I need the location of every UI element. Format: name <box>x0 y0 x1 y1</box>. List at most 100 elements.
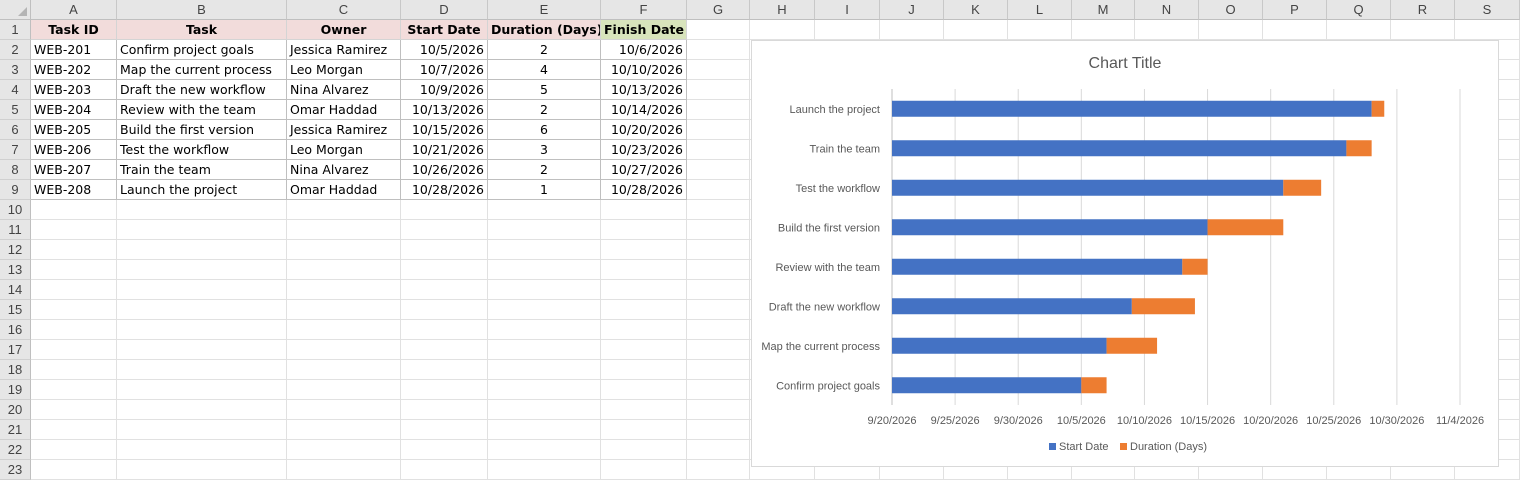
start-date-bar[interactable] <box>892 258 1183 275</box>
cell[interactable] <box>117 400 287 420</box>
column-header-g[interactable]: G <box>687 0 750 20</box>
cell[interactable] <box>401 420 488 440</box>
table-cell[interactable]: Build the first version <box>117 120 287 140</box>
table-cell[interactable]: Launch the project <box>117 180 287 200</box>
cell[interactable] <box>687 420 750 440</box>
column-header-j[interactable]: J <box>880 0 944 20</box>
table-cell[interactable]: Draft the new workflow <box>117 80 287 100</box>
table-cell[interactable]: Nina Alvarez <box>287 80 401 100</box>
start-date-bar[interactable] <box>892 298 1132 315</box>
cell[interactable] <box>601 220 687 240</box>
column-header-a[interactable]: A <box>31 0 117 20</box>
cell[interactable] <box>687 60 750 80</box>
cell[interactable] <box>687 460 750 480</box>
table-cell[interactable]: 4 <box>488 60 601 80</box>
table-cell[interactable]: 10/13/2026 <box>601 80 687 100</box>
table-cell[interactable]: WEB-206 <box>31 140 117 160</box>
row-header-5[interactable]: 5 <box>0 100 31 120</box>
column-header-l[interactable]: L <box>1008 0 1072 20</box>
cell[interactable] <box>488 280 601 300</box>
table-cell[interactable]: Map the current process <box>117 60 287 80</box>
cell[interactable] <box>687 40 750 60</box>
cell[interactable] <box>488 340 601 360</box>
table-cell[interactable]: Test the workflow <box>117 140 287 160</box>
cell[interactable] <box>31 260 117 280</box>
legend-duration-label[interactable]: Duration (Days) <box>1130 441 1207 453</box>
cell[interactable] <box>287 240 401 260</box>
row-header-10[interactable]: 10 <box>0 200 31 220</box>
cell[interactable] <box>601 400 687 420</box>
table-cell[interactable]: 1 <box>488 180 601 200</box>
row-header-6[interactable]: 6 <box>0 120 31 140</box>
cell[interactable] <box>31 280 117 300</box>
column-header-c[interactable]: C <box>287 0 401 20</box>
column-header-p[interactable]: P <box>1263 0 1327 20</box>
table-cell[interactable]: Leo Morgan <box>287 60 401 80</box>
row-header-2[interactable]: 2 <box>0 40 31 60</box>
cell[interactable] <box>601 460 687 480</box>
cell[interactable] <box>488 400 601 420</box>
cell[interactable] <box>401 200 488 220</box>
duration-bar[interactable] <box>1131 298 1195 315</box>
table-cell[interactable]: 10/27/2026 <box>601 160 687 180</box>
cell[interactable] <box>687 160 750 180</box>
cell[interactable] <box>687 120 750 140</box>
table-cell[interactable]: Nina Alvarez <box>287 160 401 180</box>
table-header-cell[interactable]: Start Date <box>401 20 488 40</box>
cell[interactable] <box>287 280 401 300</box>
cell[interactable] <box>601 320 687 340</box>
cell[interactable] <box>401 400 488 420</box>
cell[interactable] <box>488 200 601 220</box>
cell[interactable] <box>488 260 601 280</box>
table-header-cell[interactable]: Task ID <box>31 20 117 40</box>
table-cell[interactable]: Review with the team <box>117 100 287 120</box>
cell[interactable] <box>117 240 287 260</box>
cell[interactable] <box>488 440 601 460</box>
chart-title[interactable]: Chart Title <box>1089 55 1162 72</box>
table-cell[interactable]: Jessica Ramirez <box>287 120 401 140</box>
column-header-b[interactable]: B <box>117 0 287 20</box>
duration-bar[interactable] <box>1346 140 1372 157</box>
column-header-h[interactable]: H <box>750 0 815 20</box>
cell[interactable] <box>488 360 601 380</box>
cell[interactable] <box>687 380 750 400</box>
column-header-n[interactable]: N <box>1135 0 1199 20</box>
duration-bar[interactable] <box>1182 258 1208 275</box>
duration-bar[interactable] <box>1081 377 1107 394</box>
table-header-cell[interactable]: Owner <box>287 20 401 40</box>
start-date-bar[interactable] <box>892 179 1284 196</box>
cell[interactable] <box>401 220 488 240</box>
table-cell[interactable]: 3 <box>488 140 601 160</box>
row-header-23[interactable]: 23 <box>0 460 31 480</box>
column-header-s[interactable]: S <box>1455 0 1520 20</box>
duration-bar[interactable] <box>1283 179 1322 196</box>
table-cell[interactable]: Leo Morgan <box>287 140 401 160</box>
row-header-7[interactable]: 7 <box>0 140 31 160</box>
table-cell[interactable]: 10/14/2026 <box>601 100 687 120</box>
table-header-cell[interactable]: Task <box>117 20 287 40</box>
cell[interactable] <box>117 260 287 280</box>
cell[interactable] <box>287 220 401 240</box>
duration-bar[interactable] <box>1371 100 1385 117</box>
cell[interactable] <box>601 440 687 460</box>
cell[interactable] <box>944 20 1008 40</box>
column-header-k[interactable]: K <box>944 0 1008 20</box>
cell[interactable] <box>1008 20 1072 40</box>
cell[interactable] <box>687 440 750 460</box>
row-header-4[interactable]: 4 <box>0 80 31 100</box>
table-cell[interactable]: 10/10/2026 <box>601 60 687 80</box>
table-header-cell[interactable]: Finish Date <box>601 20 687 40</box>
cell[interactable] <box>815 20 880 40</box>
cell[interactable] <box>401 460 488 480</box>
cell[interactable] <box>117 300 287 320</box>
cell[interactable] <box>31 320 117 340</box>
cell[interactable] <box>601 300 687 320</box>
column-header-i[interactable]: I <box>815 0 880 20</box>
cell[interactable] <box>687 300 750 320</box>
cell[interactable] <box>488 240 601 260</box>
cell[interactable] <box>287 440 401 460</box>
cell[interactable] <box>687 220 750 240</box>
row-header-1[interactable]: 1 <box>0 20 31 40</box>
start-date-bar[interactable] <box>892 377 1082 394</box>
cell[interactable] <box>117 460 287 480</box>
